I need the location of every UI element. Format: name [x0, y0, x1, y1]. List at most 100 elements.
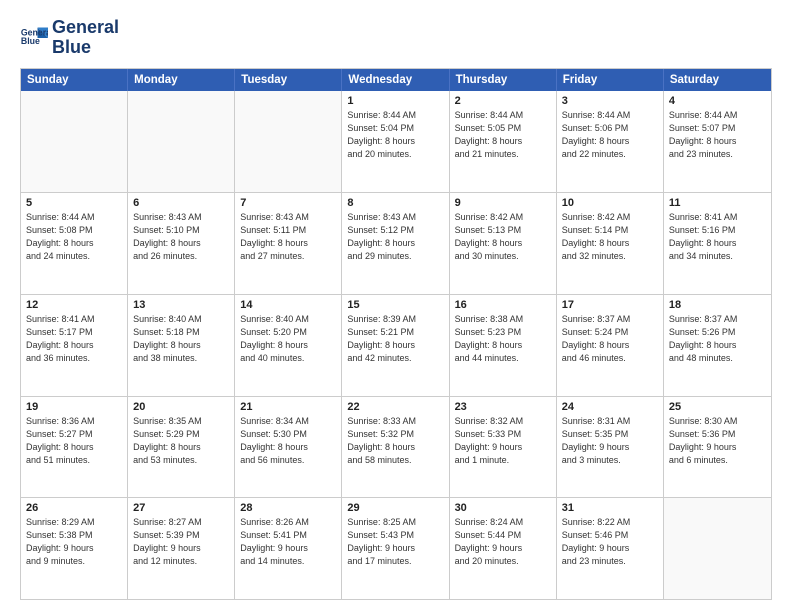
day-info: Sunrise: 8:33 AM Sunset: 5:32 PM Dayligh… — [347, 415, 443, 467]
day-info: Sunrise: 8:24 AM Sunset: 5:44 PM Dayligh… — [455, 516, 551, 568]
day-number: 12 — [26, 299, 122, 311]
day-cell: 11Sunrise: 8:41 AM Sunset: 5:16 PM Dayli… — [664, 193, 771, 294]
day-number: 20 — [133, 401, 229, 413]
day-headers: SundayMondayTuesdayWednesdayThursdayFrid… — [21, 69, 771, 91]
day-info: Sunrise: 8:30 AM Sunset: 5:36 PM Dayligh… — [669, 415, 766, 467]
day-cell: 1 Sunrise: 8:44 AM Sunset: 5:04 PM Daylig… — [342, 91, 449, 193]
day-number: 10 — [562, 197, 658, 209]
day-number: 6 — [133, 197, 229, 209]
day-number: 31 — [562, 502, 658, 514]
day-info: Sunrise: 8:37 AM Sunset: 5:24 PM Dayligh… — [562, 313, 658, 365]
day-cell: 9 Sunrise: 8:42 AM Sunset: 5:13 PM Daylig… — [450, 193, 557, 294]
day-cell: 18 Sunrise: 8:37 AM Sunset: 5:26 PM Dayli… — [664, 295, 771, 396]
day-number: 22 — [347, 401, 443, 413]
day-cell: 12 Sunrise: 8:41 AM Sunset: 5:17 PM Dayli… — [21, 295, 128, 396]
day-number: 9 — [455, 197, 551, 209]
day-number: 24 — [562, 401, 658, 413]
day-number: 27 — [133, 502, 229, 514]
day-cell: 24 Sunrise: 8:31 AM Sunset: 5:35 PM Dayli… — [557, 397, 664, 498]
day-info: Sunrise: 8:43 AM Sunset: 5:12 PM Dayligh… — [347, 211, 443, 263]
day-number: 1 — [347, 95, 443, 107]
week-row-3: 12 Sunrise: 8:41 AM Sunset: 5:17 PM Dayli… — [21, 294, 771, 396]
day-info: Sunrise: 8:38 AM Sunset: 5:23 PM Dayligh… — [455, 313, 551, 365]
week-row-5: 26Sunrise: 8:29 AM Sunset: 5:38 PM Dayli… — [21, 497, 771, 599]
day-info: Sunrise: 8:34 AM Sunset: 5:30 PM Dayligh… — [240, 415, 336, 467]
day-cell: 4 Sunrise: 8:44 AM Sunset: 5:07 PM Daylig… — [664, 91, 771, 193]
day-cell: 17Sunrise: 8:37 AM Sunset: 5:24 PM Dayli… — [557, 295, 664, 396]
day-number: 2 — [455, 95, 551, 107]
logo: General Blue GeneralBlue — [20, 18, 119, 58]
day-number: 14 — [240, 299, 336, 311]
day-info: Sunrise: 8:41 AM Sunset: 5:17 PM Dayligh… — [26, 313, 122, 365]
day-cell — [21, 91, 128, 193]
day-cell: 14Sunrise: 8:40 AM Sunset: 5:20 PM Dayli… — [235, 295, 342, 396]
day-cell: 27 Sunrise: 8:27 AM Sunset: 5:39 PM Dayli… — [128, 498, 235, 599]
day-info: Sunrise: 8:31 AM Sunset: 5:35 PM Dayligh… — [562, 415, 658, 467]
day-cell: 29 Sunrise: 8:25 AM Sunset: 5:43 PM Dayli… — [342, 498, 449, 599]
day-info: Sunrise: 8:44 AM Sunset: 5:05 PM Dayligh… — [455, 109, 551, 161]
day-cell: 2 Sunrise: 8:44 AM Sunset: 5:05 PM Daylig… — [450, 91, 557, 193]
day-number: 29 — [347, 502, 443, 514]
day-info: Sunrise: 8:43 AM Sunset: 5:10 PM Dayligh… — [133, 211, 229, 263]
day-number: 15 — [347, 299, 443, 311]
week-row-4: 19 Sunrise: 8:36 AM Sunset: 5:27 PM Dayli… — [21, 396, 771, 498]
day-info: Sunrise: 8:32 AM Sunset: 5:33 PM Dayligh… — [455, 415, 551, 467]
day-number: 30 — [455, 502, 551, 514]
day-info: Sunrise: 8:44 AM Sunset: 5:08 PM Dayligh… — [26, 211, 122, 263]
day-cell — [664, 498, 771, 599]
day-info: Sunrise: 8:43 AM Sunset: 5:11 PM Dayligh… — [240, 211, 336, 263]
page: General Blue GeneralBlue SundayMondayTue… — [0, 0, 792, 612]
logo-line1: General — [52, 18, 119, 38]
day-cell: 16 Sunrise: 8:38 AM Sunset: 5:23 PM Dayli… — [450, 295, 557, 396]
day-info: Sunrise: 8:39 AM Sunset: 5:21 PM Dayligh… — [347, 313, 443, 365]
day-cell: 8 Sunrise: 8:43 AM Sunset: 5:12 PM Daylig… — [342, 193, 449, 294]
day-info: Sunrise: 8:44 AM Sunset: 5:07 PM Dayligh… — [669, 109, 766, 161]
week-row-2: 5 Sunrise: 8:44 AM Sunset: 5:08 PM Daylig… — [21, 192, 771, 294]
day-cell — [128, 91, 235, 193]
day-info: Sunrise: 8:44 AM Sunset: 5:04 PM Dayligh… — [347, 109, 443, 161]
svg-text:Blue: Blue — [21, 36, 40, 46]
day-info: Sunrise: 8:25 AM Sunset: 5:43 PM Dayligh… — [347, 516, 443, 568]
day-cell: 5 Sunrise: 8:44 AM Sunset: 5:08 PM Daylig… — [21, 193, 128, 294]
calendar-body: 1 Sunrise: 8:44 AM Sunset: 5:04 PM Daylig… — [21, 91, 771, 599]
day-cell: 21Sunrise: 8:34 AM Sunset: 5:30 PM Dayli… — [235, 397, 342, 498]
day-header-wednesday: Wednesday — [342, 69, 449, 91]
day-info: Sunrise: 8:35 AM Sunset: 5:29 PM Dayligh… — [133, 415, 229, 467]
day-info: Sunrise: 8:36 AM Sunset: 5:27 PM Dayligh… — [26, 415, 122, 467]
calendar: SundayMondayTuesdayWednesdayThursdayFrid… — [20, 68, 772, 600]
day-info: Sunrise: 8:27 AM Sunset: 5:39 PM Dayligh… — [133, 516, 229, 568]
day-cell: 3Sunrise: 8:44 AM Sunset: 5:06 PM Daylig… — [557, 91, 664, 193]
day-cell: 28Sunrise: 8:26 AM Sunset: 5:41 PM Dayli… — [235, 498, 342, 599]
day-cell: 13Sunrise: 8:40 AM Sunset: 5:18 PM Dayli… — [128, 295, 235, 396]
day-number: 19 — [26, 401, 122, 413]
day-cell: 6 Sunrise: 8:43 AM Sunset: 5:10 PM Daylig… — [128, 193, 235, 294]
day-info: Sunrise: 8:37 AM Sunset: 5:26 PM Dayligh… — [669, 313, 766, 365]
day-cell: 15 Sunrise: 8:39 AM Sunset: 5:21 PM Dayli… — [342, 295, 449, 396]
day-number: 23 — [455, 401, 551, 413]
day-info: Sunrise: 8:22 AM Sunset: 5:46 PM Dayligh… — [562, 516, 658, 568]
day-cell: 25 Sunrise: 8:30 AM Sunset: 5:36 PM Dayli… — [664, 397, 771, 498]
day-header-saturday: Saturday — [664, 69, 771, 91]
day-cell: 22 Sunrise: 8:33 AM Sunset: 5:32 PM Dayli… — [342, 397, 449, 498]
day-number: 5 — [26, 197, 122, 209]
day-number: 4 — [669, 95, 766, 107]
day-header-sunday: Sunday — [21, 69, 128, 91]
day-cell: 30 Sunrise: 8:24 AM Sunset: 5:44 PM Dayli… — [450, 498, 557, 599]
day-number: 25 — [669, 401, 766, 413]
day-number: 11 — [669, 197, 766, 209]
day-info: Sunrise: 8:42 AM Sunset: 5:13 PM Dayligh… — [455, 211, 551, 263]
day-number: 18 — [669, 299, 766, 311]
day-cell: 23 Sunrise: 8:32 AM Sunset: 5:33 PM Dayli… — [450, 397, 557, 498]
day-number: 8 — [347, 197, 443, 209]
day-info: Sunrise: 8:44 AM Sunset: 5:06 PM Dayligh… — [562, 109, 658, 161]
day-number: 7 — [240, 197, 336, 209]
week-row-1: 1 Sunrise: 8:44 AM Sunset: 5:04 PM Daylig… — [21, 91, 771, 193]
header: General Blue GeneralBlue — [20, 18, 772, 58]
day-number: 16 — [455, 299, 551, 311]
day-header-friday: Friday — [557, 69, 664, 91]
day-number: 26 — [26, 502, 122, 514]
day-info: Sunrise: 8:26 AM Sunset: 5:41 PM Dayligh… — [240, 516, 336, 568]
day-cell: 7 Sunrise: 8:43 AM Sunset: 5:11 PM Daylig… — [235, 193, 342, 294]
day-cell — [235, 91, 342, 193]
logo-text-block: GeneralBlue — [52, 18, 119, 58]
